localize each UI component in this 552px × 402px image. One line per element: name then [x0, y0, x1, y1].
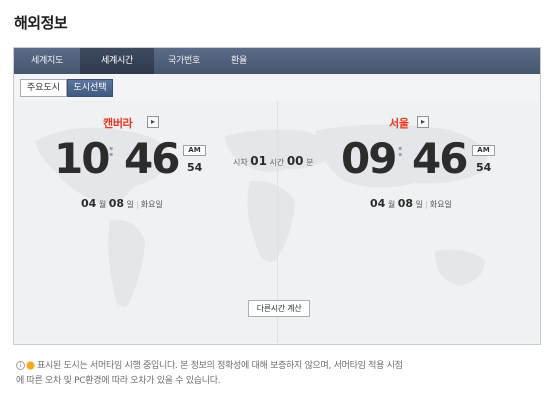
- daylight-saving-note: i 표시된 도시는 서머타임 시행 중입니다. 본 정보의 정확성에 대해 보증하…: [16, 359, 546, 389]
- note-line-1: 표시된 도시는 서머타임 시행 중입니다. 본 정보의 정확성에 대해 보증하지…: [37, 361, 403, 371]
- main-tab-bar: 세계지도 세계시간 국가번호 환율: [14, 48, 540, 74]
- right-day: 08: [397, 197, 414, 210]
- right-colon: :: [397, 141, 404, 160]
- page-title: 해외정보: [14, 14, 68, 32]
- left-date: 04 월 08 일 | 화요일: [81, 197, 163, 210]
- note-line-2: 에 따른 오차 및 PC환경에 따라 오차가 있을 수 있습니다.: [16, 376, 221, 386]
- left-colon: :: [108, 141, 115, 160]
- left-city-name: 캔버라: [103, 117, 133, 130]
- right-weekday: 화요일: [429, 200, 452, 209]
- tab-country-code[interactable]: 국가번호: [154, 48, 214, 74]
- right-ampm-badge: AM: [472, 145, 495, 156]
- time-diff-minutes: 00: [286, 154, 304, 168]
- subtab-city-select[interactable]: 도시선택: [67, 79, 113, 97]
- time-difference: 시차 01 시간 00 분: [233, 154, 314, 168]
- chevron-right-icon: ▸: [150, 117, 155, 126]
- right-city-select-button[interactable]: ▸: [417, 116, 429, 128]
- left-ampm-badge: AM: [183, 145, 206, 156]
- subtab-major-cities[interactable]: 주요도시: [20, 79, 67, 97]
- left-month: 04: [81, 197, 97, 210]
- sun-icon: [27, 362, 34, 369]
- left-hour: 10: [54, 134, 110, 183]
- left-day: 08: [108, 197, 125, 210]
- world-time-panel: 세계지도 세계시간 국가번호 환율 주요도시 도시선택 캔버라 ▸ 10 : 4…: [13, 47, 541, 345]
- right-second: 54: [476, 161, 492, 174]
- left-second: 54: [187, 161, 203, 174]
- tab-world-map[interactable]: 세계지도: [14, 48, 80, 74]
- tab-world-time[interactable]: 세계시간: [80, 48, 154, 74]
- left-weekday: 화요일: [140, 200, 163, 209]
- tab-exchange-rate[interactable]: 환율: [214, 48, 264, 74]
- info-icon: i: [16, 361, 25, 370]
- other-time-calc-button[interactable]: 다른시간 계산: [248, 300, 310, 317]
- left-minute: 46: [124, 134, 180, 183]
- right-month: 04: [370, 197, 386, 210]
- right-city-name: 서울: [389, 117, 409, 130]
- right-hour: 09: [341, 134, 397, 183]
- time-diff-hours: 01: [250, 154, 267, 168]
- right-date: 04 월 08 일 | 화요일: [370, 197, 452, 210]
- right-minute: 46: [412, 134, 468, 183]
- left-city-select-button[interactable]: ▸: [147, 116, 159, 128]
- chevron-right-icon: ▸: [420, 117, 425, 126]
